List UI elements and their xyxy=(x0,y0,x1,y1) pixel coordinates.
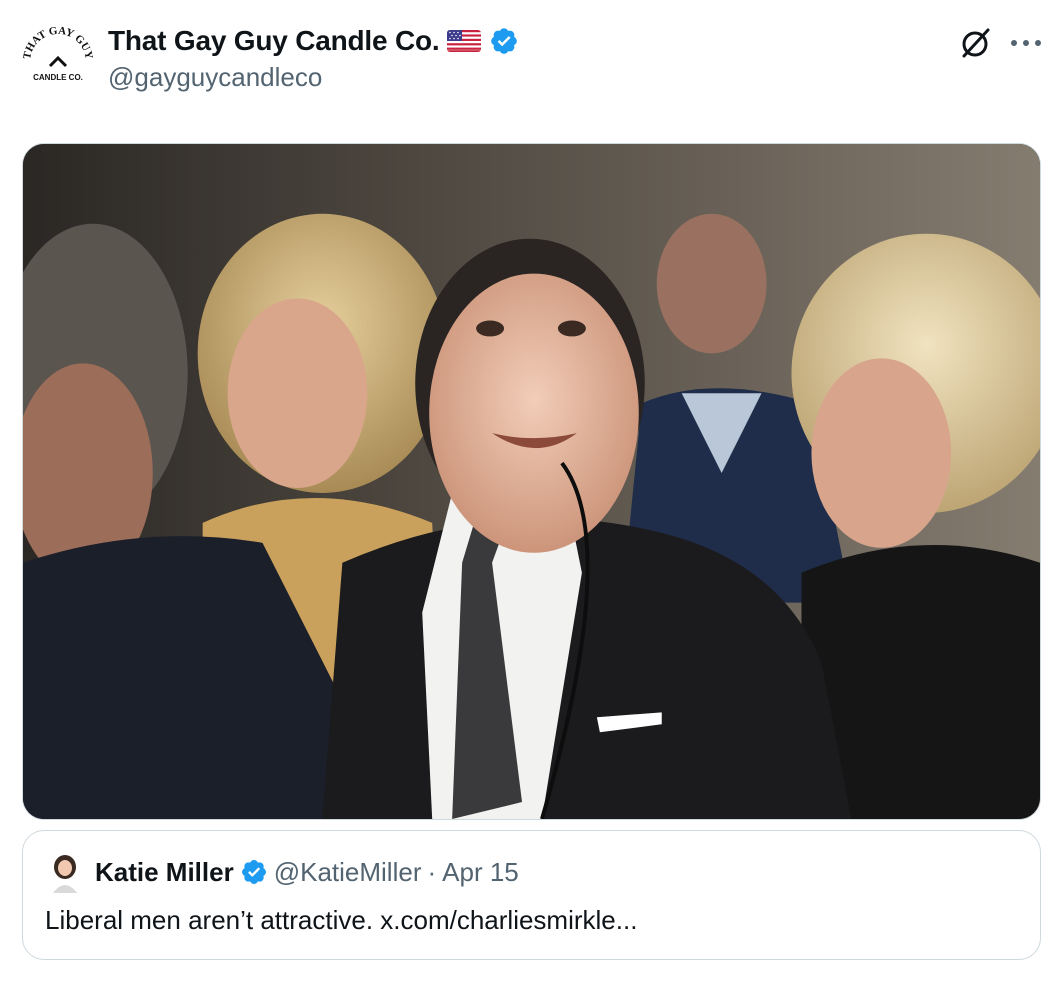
quoted-author-row: Katie Miller @KatieMiller · Apr 15 xyxy=(95,855,519,889)
grok-icon[interactable] xyxy=(956,24,994,62)
quoted-date[interactable]: Apr 15 xyxy=(442,857,519,888)
svg-text:CANDLE CO.: CANDLE CO. xyxy=(33,73,83,82)
quoted-display-name[interactable]: Katie Miller xyxy=(95,857,234,888)
verified-badge-icon[interactable] xyxy=(489,26,519,56)
quoted-post-text: Liberal men aren’t attractive. x.com/cha… xyxy=(45,905,638,935)
more-options-icon[interactable] xyxy=(1004,26,1048,60)
author-display-name[interactable]: That Gay Guy Candle Co. xyxy=(108,25,440,57)
svg-text:THAT GAY GUY: THAT GAY GUY xyxy=(21,25,95,61)
author-name-row: That Gay Guy Candle Co. xyxy=(108,24,519,58)
separator-dot: · xyxy=(427,856,437,887)
quoted-handle[interactable]: @KatieMiller xyxy=(274,857,422,888)
author-handle[interactable]: @gayguycandleco xyxy=(108,62,322,93)
quoted-post[interactable]: Katie Miller @KatieMiller · Apr 15 Liber… xyxy=(22,830,1041,960)
quoted-author-avatar[interactable] xyxy=(47,853,83,893)
us-flag-icon xyxy=(447,30,482,52)
post-photo[interactable] xyxy=(22,143,1041,820)
author-avatar[interactable]: THAT GAY GUY CANDLE CO. xyxy=(20,22,96,98)
post-header: THAT GAY GUY CANDLE CO. That Gay Guy Can… xyxy=(0,0,1060,120)
candle-co-logo: THAT GAY GUY CANDLE CO. xyxy=(21,25,95,82)
verified-badge-icon[interactable] xyxy=(240,858,268,886)
